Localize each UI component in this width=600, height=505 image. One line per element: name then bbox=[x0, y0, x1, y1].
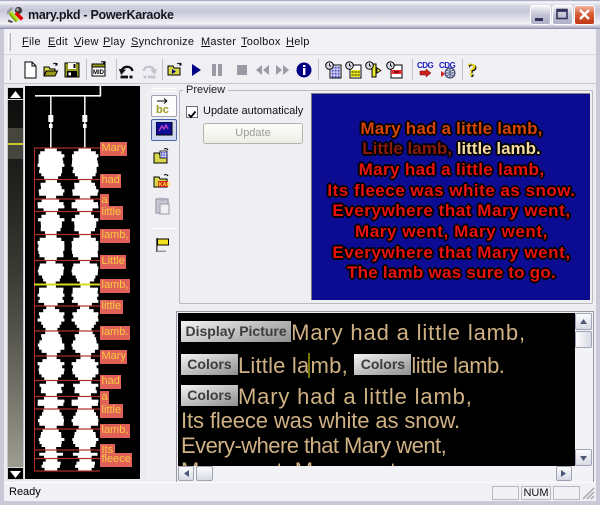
svg-text:bc: bc bbox=[156, 104, 169, 115]
svg-text:KAR: KAR bbox=[159, 182, 171, 188]
svg-text:?: ? bbox=[467, 61, 477, 79]
svg-text:MIDI: MIDI bbox=[93, 70, 106, 76]
svg-text:CDG: CDG bbox=[417, 61, 434, 70]
